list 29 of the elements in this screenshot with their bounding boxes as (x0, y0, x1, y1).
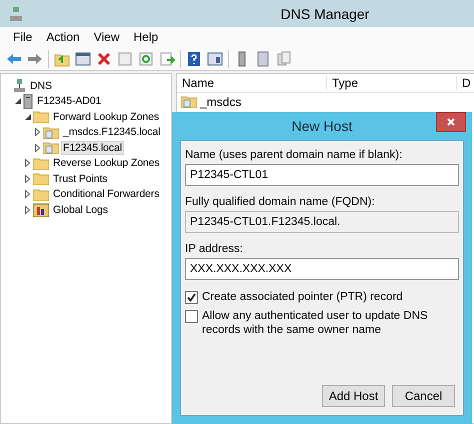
window-title: DNS Manager (280, 6, 370, 22)
menu-item[interactable]: Help (126, 30, 166, 44)
tree-item[interactable]: Forward Lookup Zones (51, 110, 161, 124)
dialog-button[interactable]: Cancel (392, 385, 455, 407)
tree-item[interactable]: Trust Points (51, 172, 110, 186)
field-label: Fully qualified domain name (FQDN): (185, 196, 376, 208)
column-header[interactable]: D (457, 76, 474, 90)
tree-item[interactable]: Global Logs (51, 202, 110, 217)
tree-item[interactable]: Reverse Lookup Zones (51, 156, 162, 170)
tree-item[interactable]: DNS (28, 78, 54, 93)
menu-item[interactable]: Action (39, 30, 87, 44)
menu-item[interactable]: File (6, 30, 40, 44)
tree-item[interactable]: Conditional Forwarders (51, 187, 162, 202)
tree-item[interactable]: F12345.local (61, 140, 124, 155)
field-label: Name (uses parent domain name if blank): (185, 149, 404, 161)
checkbox-label: Allow any authenticated user to update DNS records with the same owner name (202, 309, 429, 337)
column-header[interactable]: Name (177, 76, 327, 90)
list-item[interactable]: _msdcs (200, 94, 242, 108)
tree-item[interactable]: F12345-AD01 (35, 94, 104, 108)
checkbox-label: Create associated pointer (PTR) record (202, 290, 403, 304)
input-field[interactable]: P12345-CTL01.F12345.local. (185, 211, 459, 233)
tree-item[interactable]: _msdcs.F12345.local (61, 125, 162, 140)
field-label: IP address: (185, 243, 244, 255)
dialog-title: New Host (290, 118, 354, 134)
column-header[interactable]: Type (327, 76, 457, 90)
input-field[interactable]: XXX.XXX.XXX.XXX (185, 258, 459, 280)
menu-item[interactable]: View (86, 30, 126, 44)
dialog-button[interactable]: Add Host (322, 385, 385, 407)
input-field[interactable]: P12345-CTL01 (185, 164, 459, 186)
